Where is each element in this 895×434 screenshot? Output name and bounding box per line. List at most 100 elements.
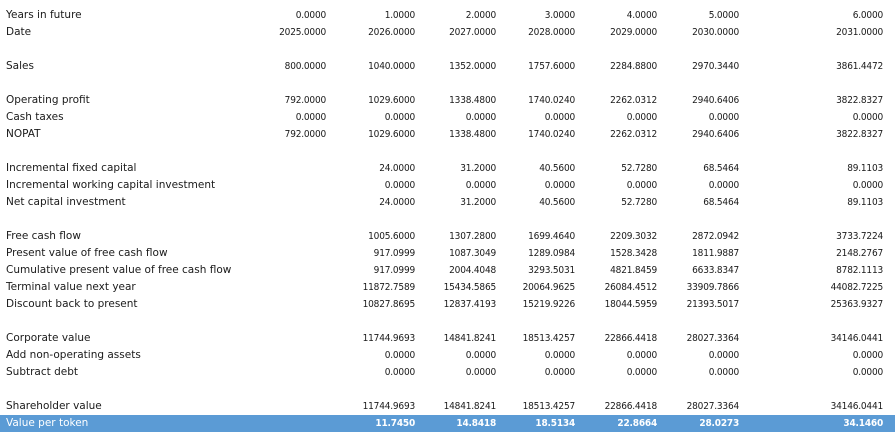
value-cell-col-1: 1.0000 [384,10,415,21]
spacer-row [0,41,895,58]
spacer-row [0,143,895,160]
value-cell-col-1: 24.0000 [379,163,415,174]
row-net-capital-investment: Net capital investment 24.0000 31.2000 40.5… [0,194,895,211]
value-cell-col-6: 89.1103 [847,163,883,174]
value-cell-col-4: 4.0000 [626,10,657,21]
value-cell-col-1: 0.0000 [384,180,415,191]
value-cell-col-2: 2027.0000 [449,27,496,38]
value-cell-col-1: 11744.9693 [362,333,416,344]
value-cell-col-6: 34146.0441 [830,401,884,412]
value-cell-col-6: 34146.0441 [830,333,884,344]
value-cell-col-4: 2029.0000 [610,27,657,38]
row-shareholder-value: Shareholder value 11744.9693 14841.8241 185… [0,398,895,415]
value-cell-col-2: 1087.3049 [449,248,496,259]
row-operating-profit: Operating profit 792.0000 1029.6000 1338.48… [0,92,895,109]
value-cell-col-6: 0.0000 [852,180,883,191]
value-cell-col-2: 2.0000 [465,10,496,21]
value-cell-col-4: 18044.5959 [604,299,658,310]
row-date: Date 2025.0000 2026.0000 2027.0000 2028.0000… [0,24,895,41]
value-cell-col-4: 2209.3032 [610,231,657,242]
value-cell-col-3: 1757.6000 [528,61,575,72]
row-label: Value per token [6,417,89,429]
value-cell-col-2: 31.2000 [460,197,496,208]
value-cell-col-3: 1740.0240 [528,95,575,106]
value-cell-col-6: 0.0000 [852,350,883,361]
value-cell-col-2: 14841.8241 [443,401,497,412]
row-years-in-future: Years in future 0.0000 1.0000 2.0000 3.0000 4… [0,7,895,24]
row-corporate-value: Corporate value 11744.9693 14841.8241 18513… [0,330,895,347]
value-cell-col-4: 1528.3428 [610,248,657,259]
value-cell-col-5: 6633.8347 [692,265,739,276]
row-label: Terminal value next year [6,281,136,293]
value-cell-col-6: 6.0000 [852,10,883,21]
row-label: Net capital investment [6,196,126,208]
row-free-cash-flow: Free cash flow 1005.6000 1307.2800 1699.464… [0,228,895,245]
value-cell-col-3: 0.0000 [544,367,575,378]
value-cell-col-4: 26084.4512 [604,282,658,293]
row-incremental-fixed-capital: Incremental fixed capital 24.0000 31.2000 4… [0,160,895,177]
row-label: Sales [6,60,34,72]
spacer-row [0,211,895,228]
row-discount-back-to-present: Discount back to present 10827.8695 12837.… [0,296,895,313]
spacer-row [0,381,895,398]
value-cell-col-1: 917.0999 [373,265,416,276]
value-cell-col-5: 68.5464 [703,163,739,174]
row-label: Subtract debt [6,366,78,378]
spacer-row [0,75,895,92]
value-cell-col-5: 68.5464 [703,197,739,208]
value-cell-col-6: 3822.8327 [836,95,883,106]
value-cell-col-1: 24.0000 [379,197,415,208]
row-label: Incremental working capital investment [6,179,216,191]
value-cell-col-1: 0.0000 [384,350,415,361]
value-cell-col-4: 0.0000 [626,367,657,378]
row-value-per-token: Value per token 11.7450 14.8418 18.5134 22.8… [0,415,895,432]
value-cell-col-2: 0.0000 [465,112,496,123]
value-cell-col-6: 3822.8327 [836,129,883,140]
value-cell-col-2: 2004.4048 [449,265,496,276]
row-label: Incremental fixed capital [6,162,137,174]
value-cell-col-4: 2262.0312 [610,95,657,106]
value-cell-col-5: 2872.0942 [692,231,739,242]
value-cell-col-5: 1811.9887 [692,248,739,259]
value-cell-col-3: 3.0000 [544,10,575,21]
value-cell-col-5: 28027.3364 [686,333,740,344]
row-label: Add non-operating assets [6,349,141,361]
value-cell-col-3: 1289.0984 [528,248,575,259]
value-cell-col-1: 11.7450 [375,418,415,429]
value-cell-col-6: 44082.7225 [830,282,884,293]
value-cell-col-1: 0.0000 [384,367,415,378]
value-cell-col-0: 0.0000 [295,112,326,123]
value-cell-col-5: 0.0000 [708,367,739,378]
value-cell-col-2: 14.8418 [456,418,496,429]
value-cell-col-2: 15434.5865 [443,282,497,293]
row-subtract-debt: Subtract debt 0.0000 0.0000 0.0000 0.0000 0.0… [0,364,895,381]
value-cell-col-5: 2940.6406 [692,95,739,106]
row-present-value-of-free-cash-flow: Present value of free cash flow 917.0999 1… [0,245,895,262]
value-cell-col-1: 2026.0000 [368,27,415,38]
value-cell-col-5: 28.0273 [699,418,739,429]
value-cell-col-4: 4821.8459 [610,265,657,276]
value-cell-col-6: 0.0000 [852,112,883,123]
row-label: Corporate value [6,332,91,344]
value-cell-col-1: 1029.6000 [368,129,415,140]
value-cell-col-5: 0.0000 [708,112,739,123]
row-cash-taxes: Cash taxes 0.0000 0.0000 0.0000 0.0000 0.0000… [0,109,895,126]
row-label: Free cash flow [6,230,81,242]
value-cell-col-6: 89.1103 [847,197,883,208]
value-cell-col-3: 15219.9226 [522,299,576,310]
value-cell-col-3: 18513.4257 [522,333,576,344]
value-cell-col-6: 3733.7224 [836,231,883,242]
value-cell-col-2: 14841.8241 [443,333,497,344]
value-cell-col-6: 25363.9327 [830,299,884,310]
row-cumulative-present-value-of-free-cash-flow: Cumulative present value of free cash fl… [0,262,895,279]
value-cell-col-3: 1699.4640 [528,231,575,242]
value-cell-col-1: 11872.7589 [362,282,416,293]
value-cell-col-2: 12837.4193 [443,299,497,310]
value-cell-col-2: 1338.4800 [449,95,496,106]
value-cell-col-2: 0.0000 [465,350,496,361]
value-cell-col-2: 0.0000 [465,367,496,378]
value-cell-col-0: 800.0000 [284,61,327,72]
value-cell-col-6: 0.0000 [852,367,883,378]
value-cell-col-4: 0.0000 [626,350,657,361]
value-cell-col-3: 0.0000 [544,350,575,361]
